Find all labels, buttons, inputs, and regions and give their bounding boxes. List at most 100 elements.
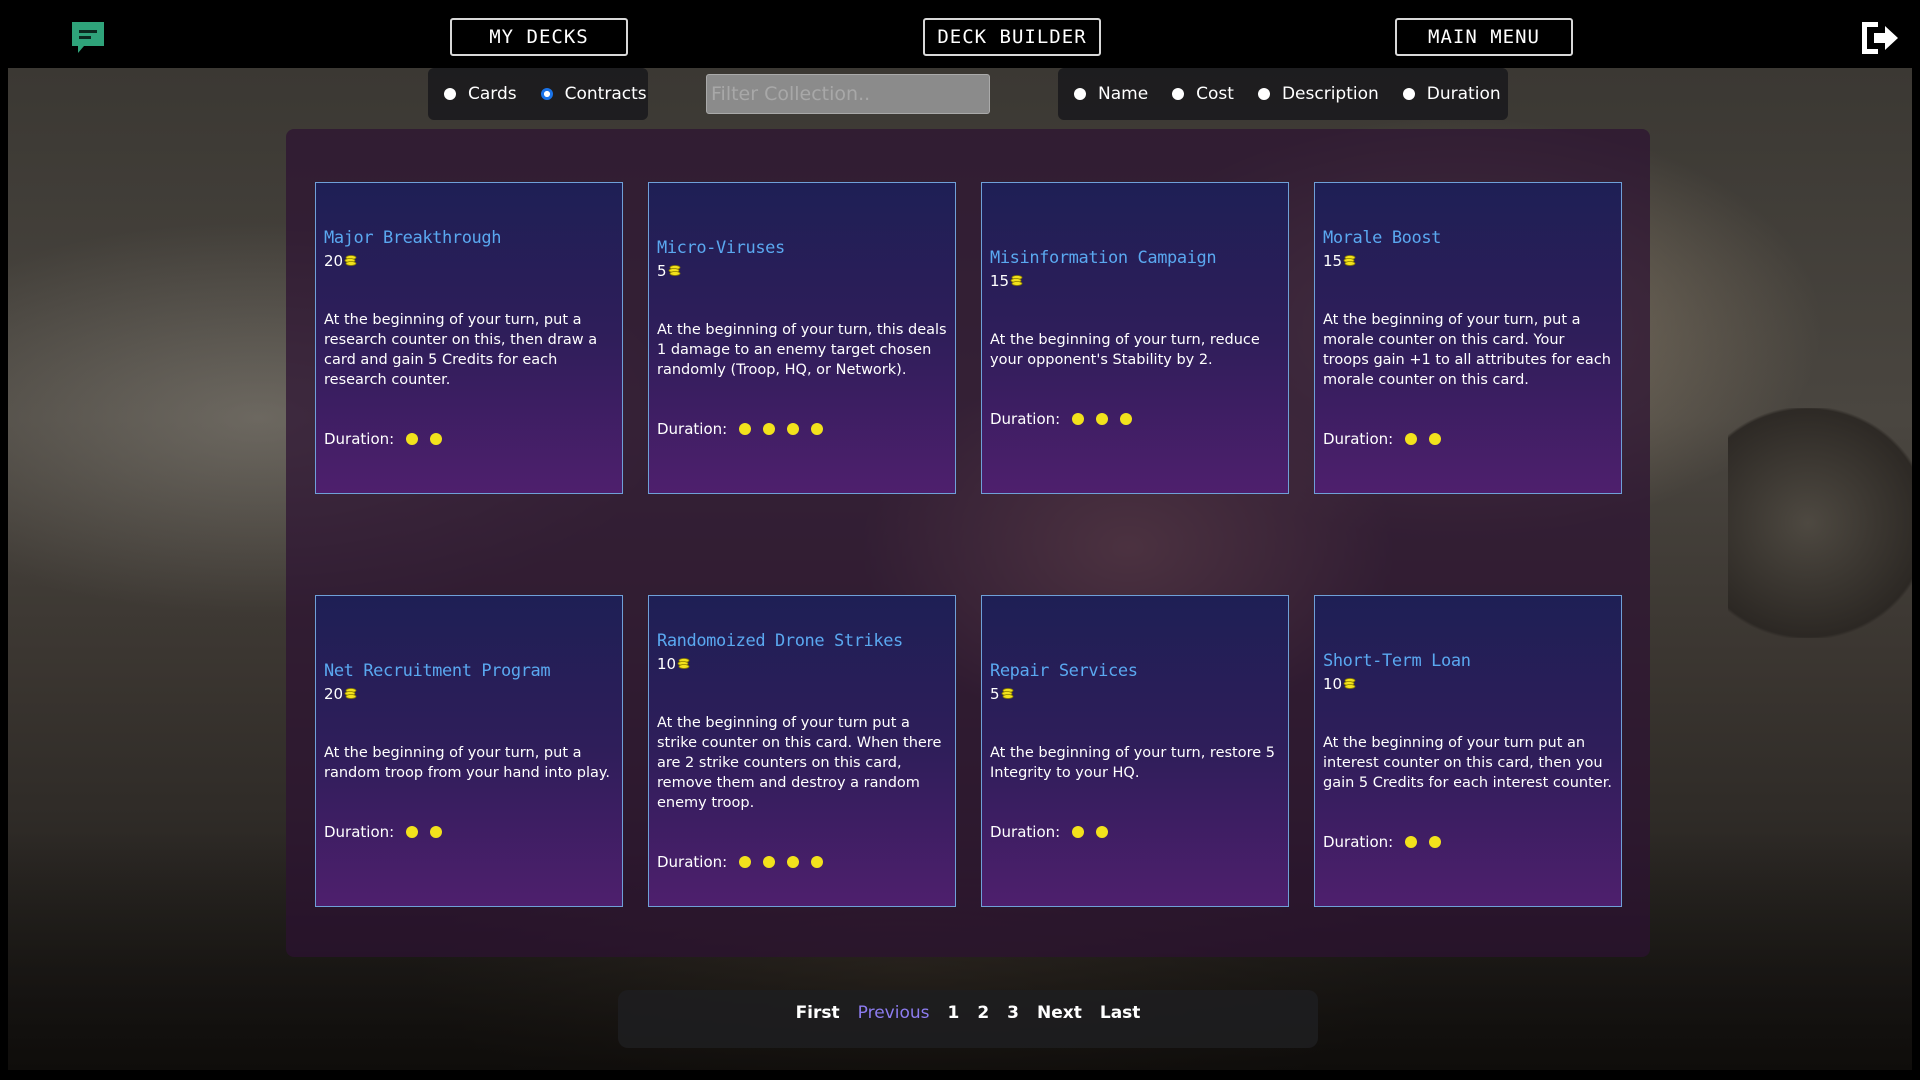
page-last[interactable]: Last	[1100, 1003, 1141, 1023]
coin-stack-icon	[344, 688, 357, 699]
cost-value: 5	[657, 262, 667, 280]
duration-pip	[1072, 826, 1085, 838]
radio-label: Cost	[1196, 84, 1234, 104]
radio-label: Duration	[1426, 84, 1501, 104]
cost-value: 5	[990, 685, 1000, 703]
card-name: Randomoized Drone Strikes	[657, 631, 903, 651]
contract-card[interactable]: Morale Boost 15 At the beginning of your t…	[1314, 182, 1622, 494]
radio-button[interactable]	[1074, 88, 1086, 100]
card-cost: 5	[657, 262, 947, 280]
type-filter: Cards Contracts	[428, 68, 648, 120]
duration-pip	[811, 856, 824, 868]
radio-button[interactable]	[1402, 88, 1415, 100]
coin-stack-icon	[1343, 678, 1356, 689]
card-cost: 15	[990, 272, 1280, 290]
page-next[interactable]: Next	[1037, 1003, 1082, 1023]
card-duration: Duration:	[1323, 833, 1613, 851]
contract-card[interactable]: Short-Term Loan 10 At the beginning of you…	[1314, 595, 1622, 907]
card-description: At the beginning of your turn, reduce yo…	[990, 332, 1260, 368]
page-2[interactable]: 2	[977, 1003, 989, 1023]
type-radio-cards[interactable]: Cards	[444, 84, 517, 104]
sort-radio-cost[interactable]: Cost	[1172, 84, 1234, 104]
cost-value: 20	[324, 685, 344, 703]
radio-label: Cards	[468, 84, 517, 104]
duration-pip	[1429, 433, 1442, 445]
duration-pip	[739, 423, 752, 435]
card-cost: 5	[990, 685, 1280, 703]
card-duration: Duration:	[657, 853, 947, 871]
duration-pip	[1405, 836, 1418, 848]
radio-button[interactable]	[1172, 88, 1185, 100]
duration-pip	[430, 433, 443, 445]
cost-value: 20	[324, 252, 344, 270]
duration-pip	[1120, 413, 1133, 425]
radio-button[interactable]	[444, 88, 456, 100]
sort-radio-duration[interactable]: Duration	[1402, 84, 1501, 104]
deck-builder-button[interactable]: DECK BUILDER	[923, 18, 1101, 56]
filter-collection-input[interactable]	[706, 74, 990, 114]
card-duration: Duration:	[990, 410, 1280, 428]
radio-label: Contracts	[564, 84, 647, 104]
duration-pip	[787, 856, 800, 868]
duration-pip	[763, 856, 776, 868]
card-description: At the beginning of your turn, put a ran…	[324, 745, 610, 781]
card-duration: Duration:	[1323, 430, 1613, 448]
logout-icon[interactable]	[1858, 18, 1902, 58]
contract-card[interactable]: Misinformation Campaign 15 At the beginnin…	[981, 182, 1289, 494]
card-name: Repair Services	[990, 661, 1138, 681]
radio-label: Name	[1098, 84, 1149, 104]
duration-pip	[1096, 413, 1109, 425]
duration-pip	[787, 423, 800, 435]
duration-label: Duration:	[990, 823, 1061, 841]
duration-pip	[406, 433, 419, 445]
duration-pip	[406, 826, 419, 838]
card-cost: 10	[1323, 675, 1613, 693]
duration-label: Duration:	[657, 853, 728, 871]
card-name: Misinformation Campaign	[990, 248, 1217, 268]
duration-pip	[430, 826, 443, 838]
radio-button[interactable]	[1257, 88, 1270, 100]
duration-pip	[1405, 433, 1418, 445]
card-description: At the beginning of your turn, put a mor…	[1323, 312, 1611, 388]
contract-card[interactable]: Major Breakthrough 20 At the beginning of …	[315, 182, 623, 494]
page-first[interactable]: First	[796, 1003, 840, 1023]
card-name: Short-Term Loan	[1323, 651, 1471, 671]
coin-stack-icon	[668, 265, 680, 276]
sort-radio-description[interactable]: Description	[1257, 84, 1379, 104]
coin-stack-icon	[1343, 255, 1356, 266]
contract-card[interactable]: Micro-Viruses 5 At the beginning of your t…	[648, 182, 956, 494]
contract-card[interactable]: Randomoized Drone Strikes 10 At the beginn…	[648, 595, 956, 907]
card-cost: 10	[657, 655, 947, 673]
card-cost: 20	[324, 685, 614, 703]
pagination: First Previous 1 2 3 Next Last	[618, 990, 1318, 1048]
page-previous[interactable]: Previous	[858, 1003, 930, 1023]
card-description: At the beginning of your turn, put a res…	[324, 312, 598, 388]
page-3[interactable]: 3	[1007, 1003, 1019, 1023]
card-name: Morale Boost	[1323, 228, 1442, 248]
radio-label: Description	[1281, 84, 1379, 104]
duration-pip	[1429, 836, 1442, 848]
page-1[interactable]: 1	[947, 1003, 959, 1023]
card-name: Micro-Viruses	[657, 238, 785, 258]
coin-stack-icon	[344, 255, 357, 266]
main-menu-button[interactable]: MAIN MENU	[1395, 18, 1573, 56]
sort-filter: Name Cost Description Duration	[1058, 68, 1508, 120]
card-duration: Duration:	[324, 823, 614, 841]
cost-value: 15	[1323, 252, 1343, 270]
duration-pip	[1096, 826, 1109, 838]
my-decks-button[interactable]: MY DECKS	[450, 18, 628, 56]
coin-stack-icon	[1001, 688, 1013, 699]
sort-radio-name[interactable]: Name	[1074, 84, 1148, 104]
radio-button[interactable]	[540, 88, 553, 100]
coin-stack-icon	[677, 658, 690, 669]
contract-card[interactable]: Net Recruitment Program 20 At the beginnin…	[315, 595, 623, 907]
duration-label: Duration:	[1323, 430, 1394, 448]
contract-card[interactable]: Repair Services 5 At the beginning of your…	[981, 595, 1289, 907]
duration-pip	[763, 423, 776, 435]
card-description: At the beginning of your turn put an int…	[1323, 735, 1612, 791]
chat-icon[interactable]	[70, 20, 106, 56]
type-radio-contracts[interactable]: Contracts	[540, 84, 647, 104]
duration-pip	[1072, 413, 1085, 425]
card-description: At the beginning of your turn, this deal…	[657, 322, 947, 378]
card-duration: Duration:	[657, 420, 947, 438]
